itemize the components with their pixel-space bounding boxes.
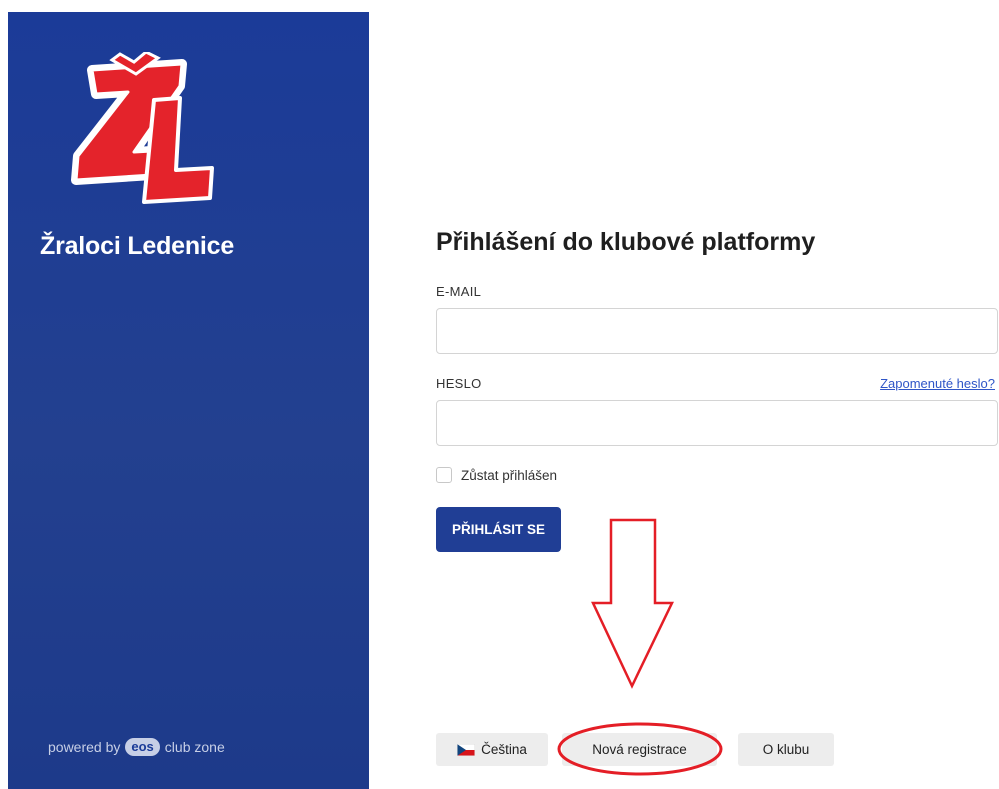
- eos-logo: eos: [125, 738, 160, 756]
- down-arrow-annotation: [591, 518, 674, 689]
- remember-me[interactable]: Zůstat přihlášen: [436, 467, 557, 483]
- remember-checkbox[interactable]: [436, 467, 452, 483]
- sidebar: Žraloci Ledenice powered by eos club zon…: [8, 12, 369, 789]
- login-button[interactable]: PŘIHLÁSIT SE: [436, 507, 561, 552]
- zl-shark-logo: [71, 52, 214, 204]
- email-label: E-MAIL: [436, 284, 482, 299]
- logo-letter-l: [142, 96, 214, 204]
- language-label: Čeština: [481, 742, 527, 757]
- club-name: Žraloci Ledenice: [40, 232, 235, 260]
- email-field[interactable]: [436, 308, 998, 354]
- language-button[interactable]: Čeština: [436, 733, 548, 766]
- page-title: Přihlášení do klubové platformy: [436, 228, 816, 256]
- remember-label: Zůstat přihlášen: [461, 467, 558, 483]
- about-club-button[interactable]: O klubu: [738, 733, 834, 766]
- powered-by: powered by eos club zone: [48, 738, 225, 756]
- czech-flag-icon: [457, 743, 476, 756]
- password-field[interactable]: [436, 400, 998, 446]
- register-button[interactable]: Nová registrace: [562, 733, 717, 766]
- powered-prefix: powered by: [48, 739, 121, 755]
- password-label: HESLO: [436, 376, 482, 391]
- forgot-password-link[interactable]: Zapomenuté heslo?: [880, 376, 995, 391]
- powered-suffix: club zone: [164, 739, 225, 755]
